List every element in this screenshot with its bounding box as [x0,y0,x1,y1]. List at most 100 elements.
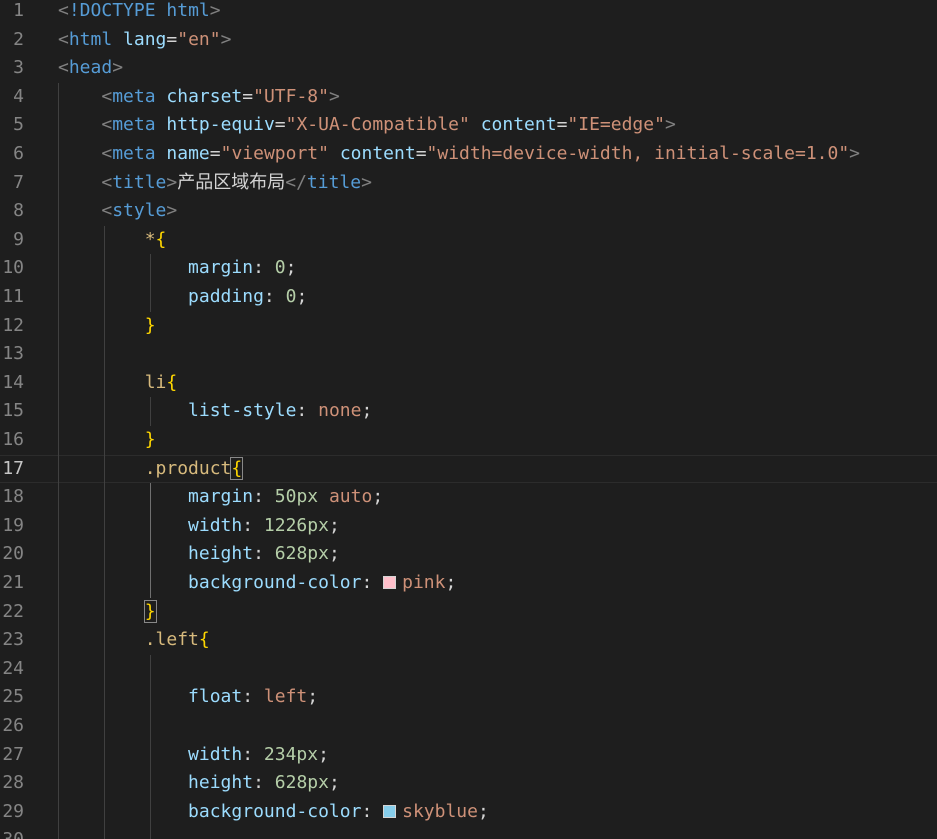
line-code[interactable]: } [58,598,157,627]
code-line[interactable]: 7 <title>产品区域布局</title> [0,169,937,198]
code-line[interactable]: 14 li{ [0,369,937,398]
code-line[interactable]: 15 list-style: none; [0,397,937,426]
code-line[interactable]: 22 } [0,598,937,627]
code-line[interactable]: 18 margin: 50px auto; [0,483,937,512]
code-editor[interactable]: 1 <!DOCTYPE html> 2 <html lang="en"> 3 <head>… [0,0,937,839]
line-code[interactable]: .left{ [58,626,210,655]
code-token: : [263,286,286,307]
line-code[interactable]: <meta name="viewport" content="width=dev… [58,140,860,169]
line-code[interactable]: height: 628px; [58,540,340,569]
code-line[interactable]: 19 width: 1226px; [0,512,937,541]
line-code[interactable]: width: 234px; [58,741,329,770]
line-code[interactable]: height: 628px; [58,769,340,798]
line-code[interactable]: <html lang="en"> [58,26,231,55]
code-line[interactable]: 11 padding: 0; [0,283,937,312]
code-line[interactable]: 20 height: 628px; [0,540,937,569]
code-token: { [155,228,167,250]
code-line[interactable]: 4 <meta charset="UTF-8"> [0,83,937,112]
line-code[interactable]: <meta charset="UTF-8"> [58,83,339,112]
code-line[interactable]: 6 <meta name="viewport" content="width=d… [0,140,937,169]
line-code[interactable]: <meta http-equiv="X-UA-Compatible" conte… [58,111,675,140]
code-token: 50px [274,486,319,508]
line-code[interactable]: li{ [58,369,178,398]
code-token: : [242,686,264,708]
code-token: margin [188,486,254,508]
code-line[interactable]: 1 <!DOCTYPE html> [0,0,937,26]
code-token: = [166,28,178,50]
line-code[interactable]: margin: 50px auto; [58,483,383,512]
code-token: meta [112,114,156,136]
code-line[interactable]: 8 <style> [0,197,937,226]
code-line[interactable]: 2 <html lang="en"> [0,26,937,55]
code-line[interactable]: 28 height: 628px; [0,769,937,798]
code-token: < [58,57,69,79]
line-code[interactable]: background-color: pink; [58,569,456,598]
code-line[interactable]: 24 [0,655,937,684]
line-code[interactable]: padding: 0; [58,283,307,312]
color-swatch-icon[interactable] [383,804,397,818]
code-token: none [318,400,362,422]
line-code[interactable]: margin: 0; [58,254,296,283]
code-line[interactable]: 27 width: 234px; [0,741,937,770]
line-number: 23 [2,629,24,651]
line-code[interactable]: float: left; [58,683,318,712]
code-line[interactable]: 26 [0,712,937,741]
code-line[interactable]: 3 <head> [0,54,937,83]
code-token: ; [372,486,384,508]
code-token: ; [296,286,308,307]
line-code[interactable]: } [58,426,156,455]
code-token: margin [188,257,254,279]
code-line[interactable]: 30 [0,826,937,839]
code-line[interactable]: 23 .left{ [0,626,937,655]
line-number: 2 [13,28,24,50]
code-token: !DOCTYPE [68,0,167,21]
code-token: ; [361,400,373,422]
line-number: 14 [2,371,24,393]
code-token: "en" [177,28,221,50]
code-line[interactable]: 21 background-color: pink; [0,569,937,598]
line-code[interactable]: } [58,312,156,341]
line-code[interactable]: .product{ [58,456,244,483]
code-line[interactable]: 16 } [0,426,937,455]
line-code[interactable]: <!DOCTYPE html> [58,0,221,26]
code-token: : [253,543,275,565]
code-token: title [112,171,167,193]
code-token: : [242,743,264,765]
line-code[interactable]: <title>产品区域布局</title> [58,169,372,198]
line-code[interactable]: <style> [58,197,177,226]
indent-guide [58,82,59,839]
code-token: > [849,143,861,164]
line-code[interactable]: *{ [58,226,167,255]
code-token: : [296,400,319,422]
code-token: head [68,57,113,79]
line-code[interactable]: background-color: skyblue; [58,798,489,827]
code-line[interactable]: 10 margin: 0; [0,254,937,283]
code-line[interactable]: 12 } [0,312,937,341]
code-line[interactable]: 29 background-color: skyblue; [0,798,937,827]
code-token: "IE=edge" [567,114,665,136]
line-code[interactable]: width: 1226px; [58,512,340,541]
code-token: .left [144,629,199,651]
code-token: "width=device-width, initial-scale=1.0" [426,143,850,164]
code-line[interactable]: 9 *{ [0,226,937,255]
code-token: meta [112,85,156,107]
color-swatch-icon[interactable] [383,576,397,589]
code-line[interactable]: 5 <meta http-equiv="X-UA-Compatible" con… [0,111,937,140]
line-code[interactable]: <head> [58,54,123,83]
code-line[interactable]: 25 float: left; [0,683,937,712]
code-line[interactable]: 13 [0,340,937,369]
code-line[interactable]: 17 .product{ [0,454,937,484]
indent-guide [150,654,152,839]
